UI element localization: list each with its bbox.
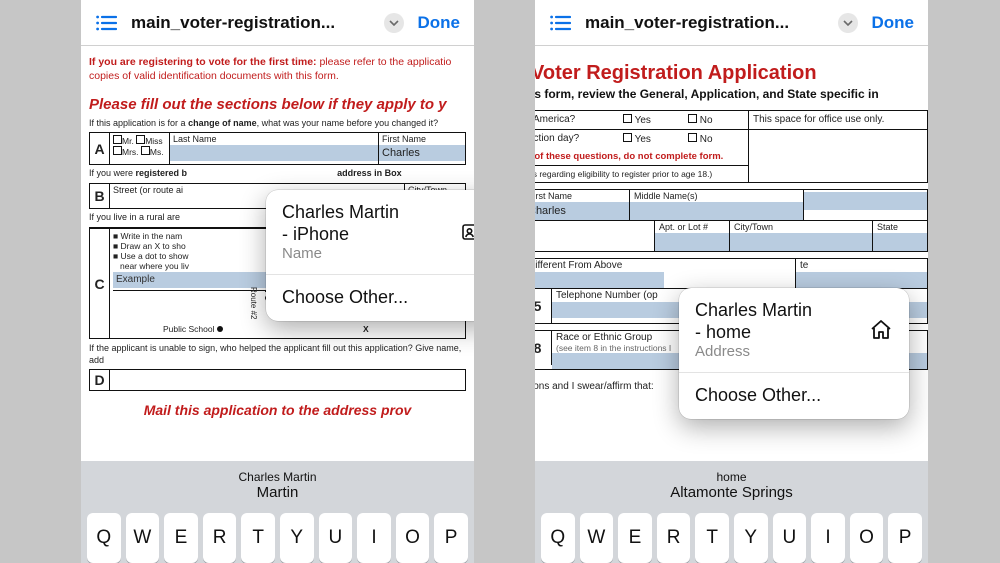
key-w[interactable]: W [580,513,614,563]
autofill-address-item[interactable]: Charles Martin - home Address [679,288,909,372]
row-num-8: 8 [535,331,552,365]
middle-name-field[interactable] [630,202,803,220]
chevron-down-icon[interactable] [838,13,858,33]
toolbar: main_voter-registration... Done [81,0,474,46]
key-i[interactable]: I [357,513,391,563]
section-header: Please fill out the sections below if th… [81,95,474,115]
row-a: A Mr. Miss Mrs. Ms. Last Name First Name… [89,132,466,165]
list-icon[interactable] [549,14,571,32]
home-icon [869,318,893,342]
list-icon[interactable] [95,14,117,32]
city-field[interactable] [730,233,872,251]
key-y[interactable]: Y [280,513,314,563]
checkbox-no1[interactable] [688,114,697,123]
addr-row: Apt. or Lot # City/Town State [535,221,928,252]
checkbox-no2[interactable] [688,133,697,142]
key-e[interactable]: E [618,513,652,563]
first-name-field[interactable]: Charles [379,145,465,161]
last-name-cell: Last Name [170,133,379,164]
key-q[interactable]: Q [87,513,121,563]
done-button[interactable]: Done [418,13,461,33]
phone-left: main_voter-registration... Done If you a… [81,0,474,563]
checkbox-mrs[interactable] [113,146,122,155]
checkbox-ms[interactable] [141,146,150,155]
registered-line: If you were registered baddress in Box [81,168,474,180]
warning-first-time: If you are registering to vote for the f… [81,56,474,70]
checkbox-mr[interactable] [113,135,122,144]
document-title: main_voter-registration... [131,13,370,33]
row-letter-c: C [90,229,110,339]
autofill-popup: Charles Martin - home Address Choose Oth… [679,288,909,419]
key-e[interactable]: E [164,513,198,563]
checkbox-yes1[interactable] [623,114,632,123]
key-p[interactable]: P [434,513,468,563]
keyboard-row: Q W E R T Y U I O P [81,509,474,563]
toolbar: main_voter-registration... Done [535,0,928,46]
diff-field[interactable] [535,272,664,288]
key-o[interactable]: O [850,513,884,563]
apt-field[interactable] [655,233,729,251]
keyboard: Charles Martin Martin Q W E R T Y U I O … [81,461,474,563]
row-num-5: 5 [535,289,552,323]
eligibility-box: f America? Yes No This space for office … [535,110,928,183]
phone-right: main_voter-registration... Done Voter Re… [535,0,928,563]
key-t[interactable]: T [695,513,729,563]
key-r[interactable]: R [657,513,691,563]
key-o[interactable]: O [396,513,430,563]
checkbox-miss[interactable] [136,135,145,144]
row-letter-d: D [90,370,110,390]
salutation-cell: Mr. Miss Mrs. Ms. [110,133,170,164]
choose-other-item[interactable]: Choose Other... [679,373,909,419]
key-w[interactable]: W [126,513,160,563]
form-title: Voter Registration Application [535,56,928,87]
key-t[interactable]: T [241,513,275,563]
key-y[interactable]: Y [734,513,768,563]
form-subtitle: is form, review the General, Application… [535,87,928,105]
keyboard-row: Q W E R T Y U I O P [535,509,928,563]
keyboard-suggestion[interactable]: Charles Martin Martin [81,461,474,509]
checkbox-yes2[interactable] [623,133,632,142]
key-q[interactable]: Q [541,513,575,563]
autofill-contact-item[interactable]: Charles Martin - iPhone Name [266,190,474,274]
key-u[interactable]: U [773,513,807,563]
row-letter-b: B [90,184,110,208]
change-name-line: If this application is for a change of n… [81,118,474,130]
keyboard-suggestion[interactable]: home Altamonte Springs [535,461,928,509]
row-letter-a: A [90,133,110,164]
warning-id-docs: copies of valid identification documents… [81,70,474,84]
state-field[interactable] [873,233,927,251]
row-d: D [89,369,466,391]
done-button[interactable]: Done [872,13,915,33]
autofill-popup: Charles Martin - iPhone Name Choose Othe… [266,190,474,321]
first-name-cell: First Name Charles [379,133,465,164]
key-i[interactable]: I [811,513,845,563]
key-r[interactable]: R [203,513,237,563]
row-diff: Different From Above te [535,258,928,289]
key-p[interactable]: P [888,513,922,563]
chevron-down-icon[interactable] [384,13,404,33]
choose-other-item[interactable]: Choose Other... [266,275,474,321]
first-name-field[interactable]: Charles [535,202,629,220]
key-u[interactable]: U [319,513,353,563]
mail-line: Mail this application to the address pro… [81,401,474,419]
name-row: First Name Charles Middle Name(s) [535,189,928,221]
contact-card-icon [461,220,474,244]
document-title: main_voter-registration... [585,13,824,33]
last-name-field[interactable] [170,145,378,161]
keyboard: home Altamonte Springs Q W E R T Y U I O… [535,461,928,563]
